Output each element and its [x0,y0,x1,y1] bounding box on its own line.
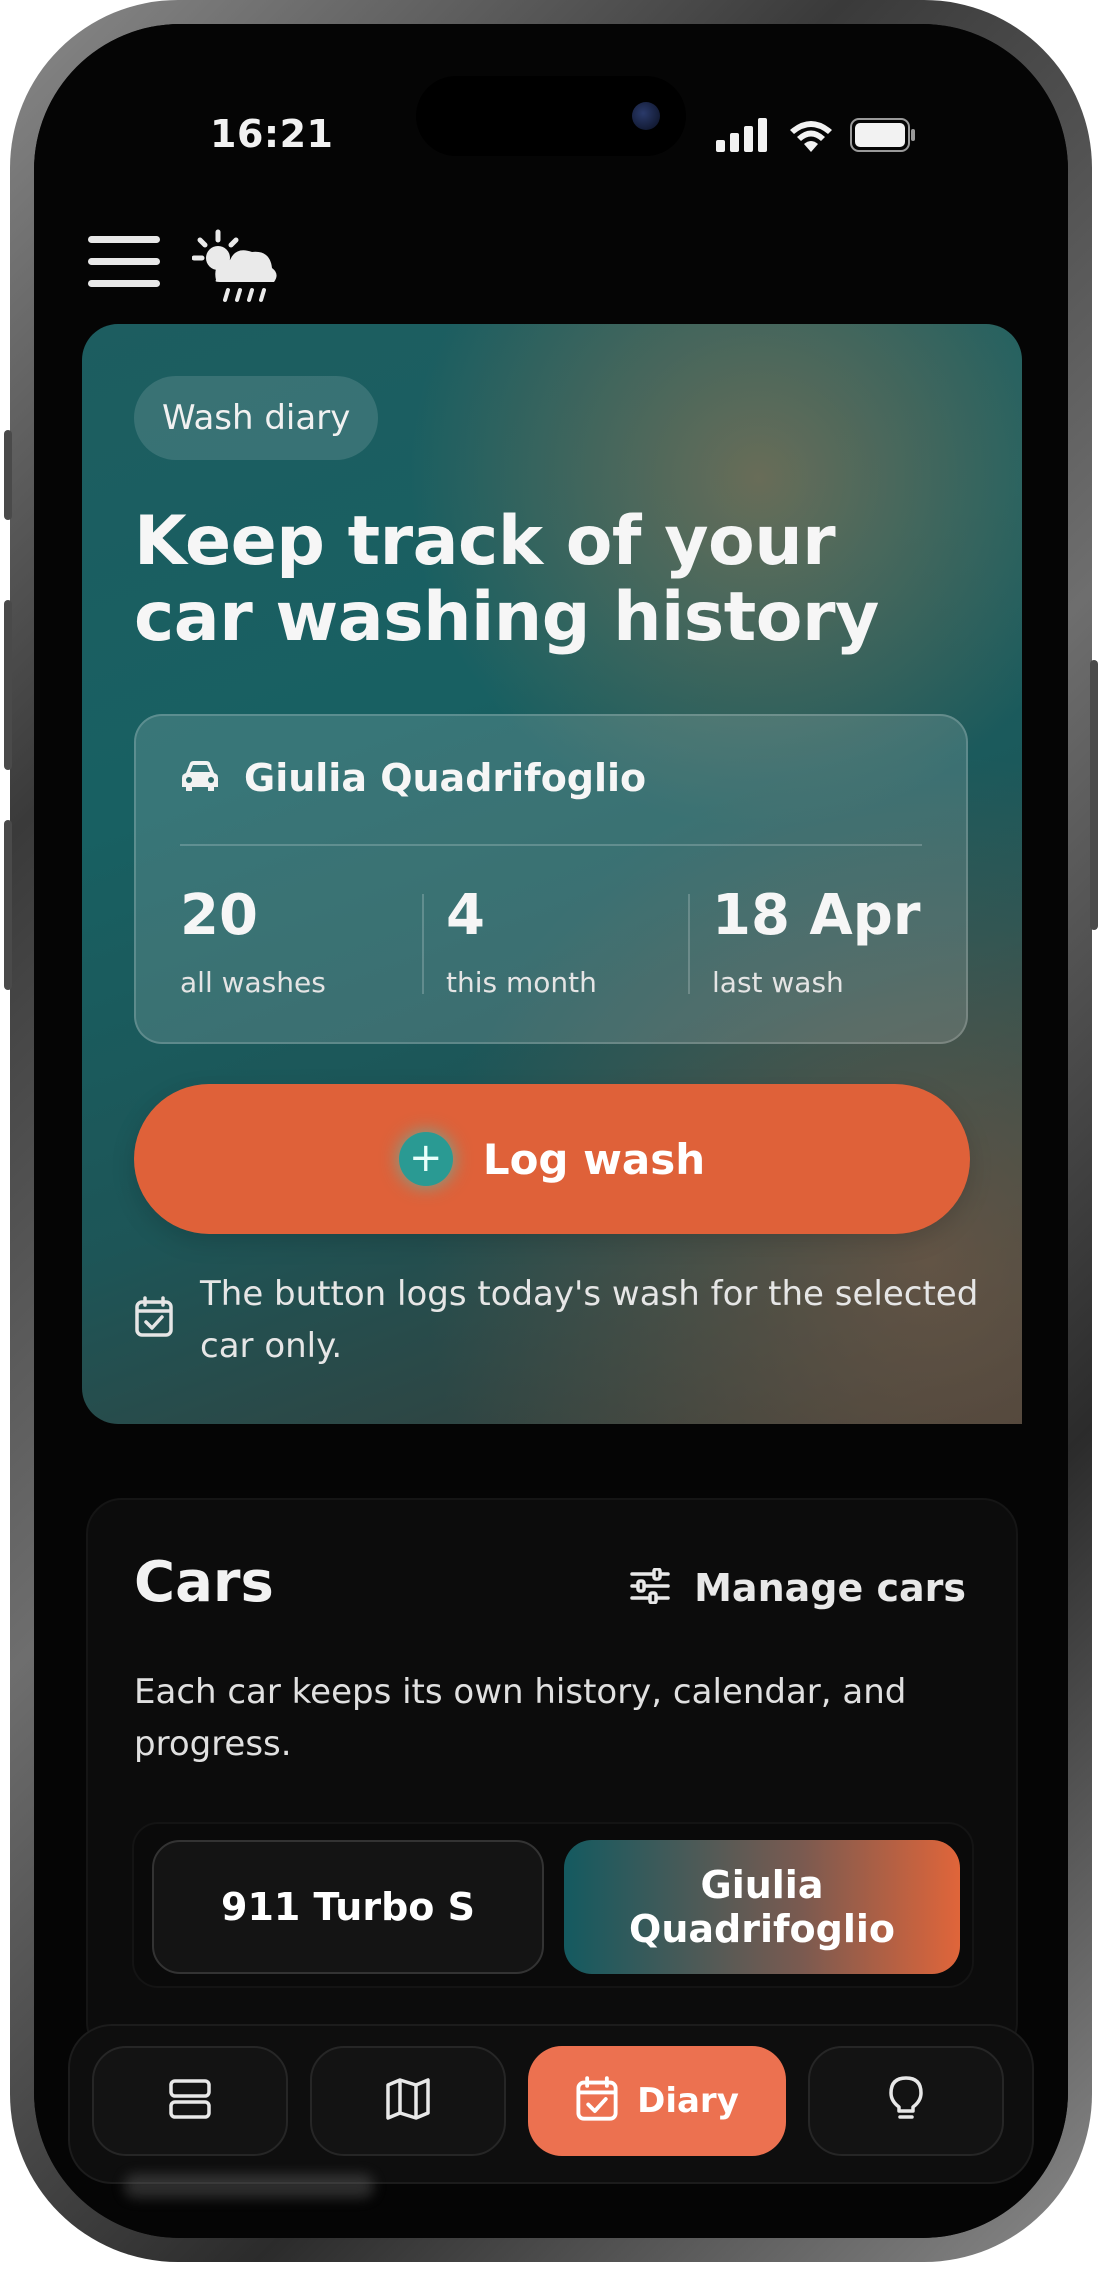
selected-car-name: Giulia Quadrifoglio [244,756,647,800]
stat-value: 4 [446,883,485,948]
lightbulb-icon [888,2075,924,2127]
layers-icon [168,2077,212,2125]
calendar-check-icon [575,2076,619,2126]
stat-this-month: 4 this month [446,883,597,1000]
calendar-check-icon [134,1296,174,1342]
car-selector: 911 Turbo S Giulia Quadrifoglio [132,1822,974,1988]
divider [422,894,424,994]
car-tab-911-turbo-s[interactable]: 911 Turbo S [152,1840,544,1974]
cars-description: Each car keeps its own history, calendar… [134,1672,907,1764]
camera-icon [632,102,660,130]
nav-home[interactable] [92,2046,288,2156]
cars-title: Cars [134,1550,274,1615]
home-indicator [124,2174,374,2198]
signal-icon [716,118,772,156]
dynamic-island [416,76,686,156]
wash-diary-hero-card: Wash diary Keep track of your car washin… [82,324,1022,1424]
phone-frame: 16:21 Wash diary Keep track of your car … [4,0,1098,2262]
stat-label: all washes [180,966,326,999]
battery-icon [850,118,916,156]
volume-down-button [4,820,12,990]
stat-label: this month [446,966,597,999]
car-stats-card: Giulia Quadrifoglio 20 all washes 4 this… [134,714,968,1044]
weather-sun-rain-icon[interactable] [191,228,282,306]
manage-cars-button[interactable]: Manage cars [630,1566,966,1610]
divider [180,844,922,846]
stat-all-washes: 20 all washes [180,883,326,1000]
phone-screen: 16:21 Wash diary Keep track of your car … [34,24,1068,2238]
manage-cars-label: Manage cars [694,1566,966,1610]
nav-diary-label: Diary [637,2081,739,2121]
section-pill: Wash diary [134,376,379,460]
nav-tips[interactable] [808,2046,1004,2156]
selected-car-row: Giulia Quadrifoglio [180,756,646,800]
divider [688,894,690,994]
nav-diary[interactable]: Diary [528,2046,786,2156]
action-button [4,430,12,520]
log-wash-label: Log wash [482,1134,706,1184]
menu-icon[interactable] [88,236,160,288]
car-icon [180,759,220,797]
sliders-icon [630,1567,670,1608]
app-screen: 16:21 Wash diary Keep track of your car … [34,24,1068,2238]
stat-last-wash: 18 Apr last wash [712,883,921,1000]
stat-value: 18 Apr [712,883,921,948]
stat-label: last wash [712,966,844,999]
power-button [1090,660,1098,930]
nav-map[interactable] [310,2046,506,2156]
volume-up-button [4,600,12,770]
plus-icon: + [398,1132,453,1186]
status-icons [716,118,916,156]
stat-value: 20 [180,883,258,948]
wifi-icon [788,118,834,156]
log-wash-button[interactable]: + Log wash [134,1084,970,1234]
bottom-navigation: Diary [68,2024,1034,2184]
map-icon [385,2077,431,2125]
cars-section: Cars Manage cars Each car keeps its own … [86,1498,1018,2058]
car-tab-giulia-quadrifoglio[interactable]: Giulia Quadrifoglio [564,1840,960,1974]
status-time: 16:21 [210,112,334,156]
page-title: Keep track of your car washing history [134,502,879,657]
log-wash-hint: The button logs today's wash for the sel… [200,1274,979,1366]
